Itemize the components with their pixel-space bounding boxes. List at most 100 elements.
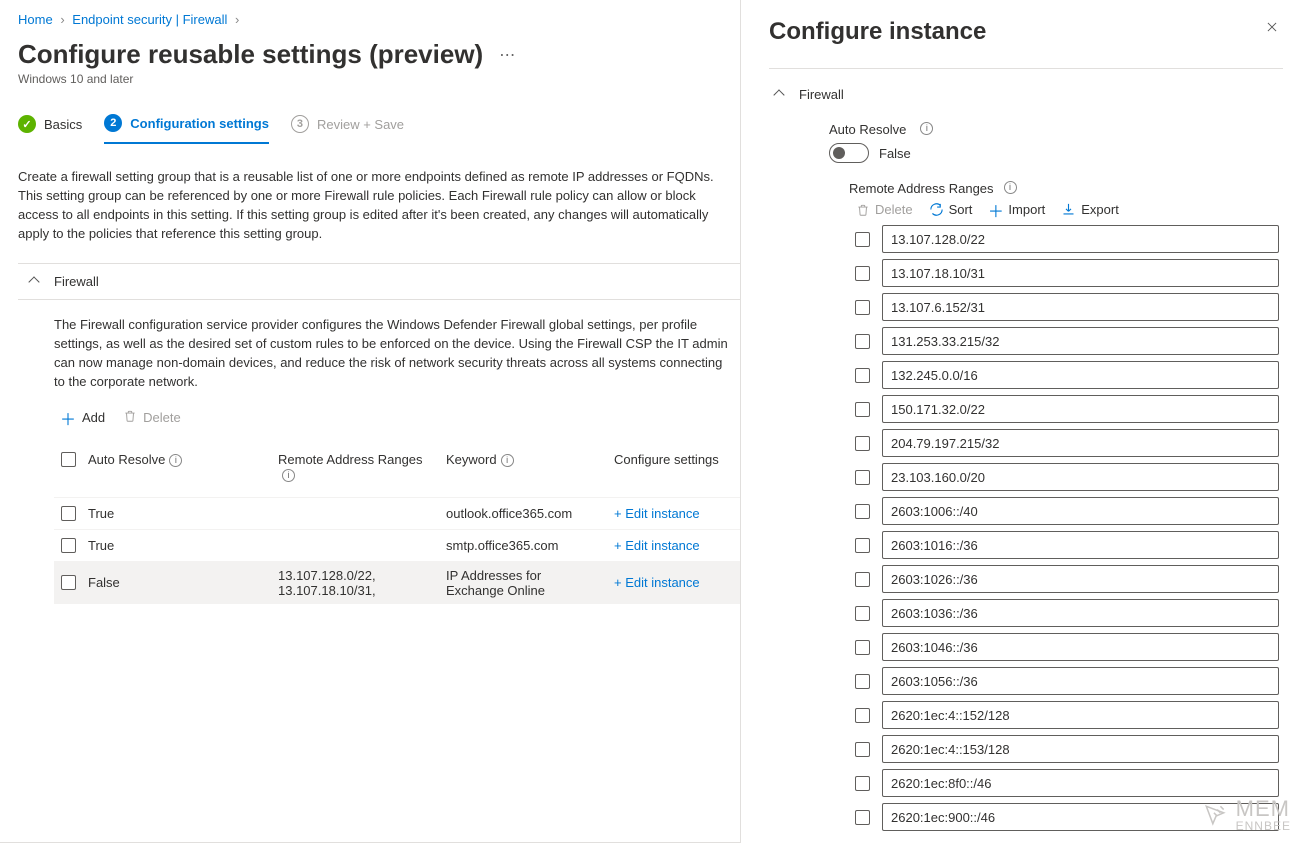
address-range-input[interactable] — [882, 667, 1279, 695]
entry-checkbox[interactable] — [855, 742, 870, 757]
entry-checkbox[interactable] — [855, 674, 870, 689]
address-range-input[interactable] — [882, 599, 1279, 627]
info-icon[interactable] — [1004, 181, 1017, 194]
tab-configuration[interactable]: 2 Configuration settings — [104, 114, 269, 144]
address-range-input[interactable] — [882, 327, 1279, 355]
auto-resolve-value: False — [879, 146, 911, 161]
th-auto-resolve: Auto Resolve — [82, 446, 272, 474]
address-range-input[interactable] — [882, 769, 1279, 797]
ranges-import-button[interactable]: ＋ Import — [988, 202, 1045, 217]
address-range-input[interactable] — [882, 259, 1279, 287]
address-range-row — [855, 327, 1279, 355]
address-range-row — [855, 429, 1279, 457]
entry-checkbox[interactable] — [855, 300, 870, 315]
address-range-input[interactable] — [882, 565, 1279, 593]
th-keyword: Keyword — [440, 446, 608, 474]
tab-basics[interactable]: Basics — [18, 115, 82, 143]
entry-checkbox[interactable] — [855, 776, 870, 791]
cell-ranges — [272, 507, 440, 519]
entry-checkbox[interactable] — [855, 470, 870, 485]
info-icon[interactable] — [282, 469, 295, 482]
cell-keyword: IP Addresses for Exchange Online — [440, 562, 608, 604]
address-range-input[interactable] — [882, 803, 1279, 831]
address-range-input[interactable] — [882, 633, 1279, 661]
chevron-right-icon: › — [231, 12, 243, 27]
page-title: Configure reusable settings (preview) — [18, 39, 483, 70]
tab-basics-label: Basics — [44, 117, 82, 132]
entry-checkbox[interactable] — [855, 572, 870, 587]
cell-auto: True — [82, 532, 272, 559]
edit-instance-link[interactable]: + Edit instance — [614, 538, 700, 553]
plus-icon: ＋ — [60, 406, 76, 430]
breadcrumb-endpoint[interactable]: Endpoint security | Firewall — [72, 12, 227, 27]
delete-label: Delete — [143, 410, 181, 425]
address-range-input[interactable] — [882, 395, 1279, 423]
section-firewall-toggle[interactable]: Firewall — [18, 263, 740, 300]
ranges-export-button[interactable]: Export — [1061, 202, 1119, 217]
tab-configuration-label: Configuration settings — [130, 116, 269, 131]
table-row[interactable]: True outlook.office365.com + Edit instan… — [54, 497, 740, 529]
info-icon[interactable] — [169, 454, 182, 467]
th-configure: Configure settings — [608, 446, 740, 473]
select-all-checkbox[interactable] — [61, 452, 76, 467]
entry-checkbox[interactable] — [855, 402, 870, 417]
table-row[interactable]: True smtp.office365.com + Edit instance — [54, 529, 740, 561]
row-checkbox[interactable] — [61, 575, 76, 590]
ranges-delete-label: Delete — [875, 202, 913, 217]
info-icon[interactable] — [920, 122, 933, 135]
edit-instance-link[interactable]: + Edit instance — [614, 575, 700, 590]
address-range-input[interactable] — [882, 463, 1279, 491]
breadcrumb: Home › Endpoint security | Firewall › — [18, 12, 740, 37]
add-button[interactable]: ＋ Add — [60, 406, 105, 430]
address-range-input[interactable] — [882, 701, 1279, 729]
edit-instance-link[interactable]: + Edit instance — [614, 506, 700, 521]
download-icon — [1061, 202, 1076, 217]
close-button[interactable] — [1261, 14, 1283, 43]
address-range-row — [855, 599, 1279, 627]
address-range-input[interactable] — [882, 531, 1279, 559]
auto-resolve-label: Auto Resolve — [829, 122, 906, 137]
address-range-input[interactable] — [882, 429, 1279, 457]
entry-checkbox[interactable] — [855, 640, 870, 655]
entry-checkbox[interactable] — [855, 810, 870, 825]
address-ranges-list — [829, 225, 1283, 831]
address-range-input[interactable] — [882, 497, 1279, 525]
row-checkbox[interactable] — [61, 538, 76, 553]
cell-keyword: outlook.office365.com — [440, 500, 608, 527]
ranges-delete-button[interactable]: Delete — [855, 202, 913, 217]
address-range-row — [855, 735, 1279, 763]
address-range-input[interactable] — [882, 735, 1279, 763]
row-checkbox[interactable] — [61, 506, 76, 521]
entry-checkbox[interactable] — [855, 504, 870, 519]
info-icon[interactable] — [501, 454, 514, 467]
address-range-row — [855, 361, 1279, 389]
entry-checkbox[interactable] — [855, 334, 870, 349]
step-2-badge: 2 — [104, 114, 122, 132]
more-button[interactable]: ⋯ — [499, 45, 516, 65]
address-range-input[interactable] — [882, 361, 1279, 389]
tab-review[interactable]: 3 Review + Save — [291, 115, 404, 143]
section-firewall-desc: The Firewall configuration service provi… — [54, 316, 740, 391]
panel-section-toggle[interactable]: Firewall — [769, 79, 1283, 110]
step-3-badge: 3 — [291, 115, 309, 133]
entry-checkbox[interactable] — [855, 266, 870, 281]
ranges-sort-button[interactable]: Sort — [929, 202, 973, 217]
entry-checkbox[interactable] — [855, 436, 870, 451]
auto-resolve-toggle[interactable] — [829, 143, 869, 163]
tab-review-label: Review + Save — [317, 117, 404, 132]
check-icon — [18, 115, 36, 133]
entry-checkbox[interactable] — [855, 606, 870, 621]
address-range-input[interactable] — [882, 293, 1279, 321]
entry-checkbox[interactable] — [855, 538, 870, 553]
table-row[interactable]: False 13.107.128.0/22, 13.107.18.10/31, … — [54, 561, 740, 604]
address-range-input[interactable] — [882, 225, 1279, 253]
breadcrumb-home[interactable]: Home — [18, 12, 53, 27]
section-firewall-title: Firewall — [54, 274, 99, 289]
address-range-row — [855, 701, 1279, 729]
entry-checkbox[interactable] — [855, 708, 870, 723]
add-label: Add — [82, 410, 105, 425]
entry-checkbox[interactable] — [855, 368, 870, 383]
delete-button[interactable]: Delete — [123, 409, 181, 426]
address-range-row — [855, 293, 1279, 321]
entry-checkbox[interactable] — [855, 232, 870, 247]
